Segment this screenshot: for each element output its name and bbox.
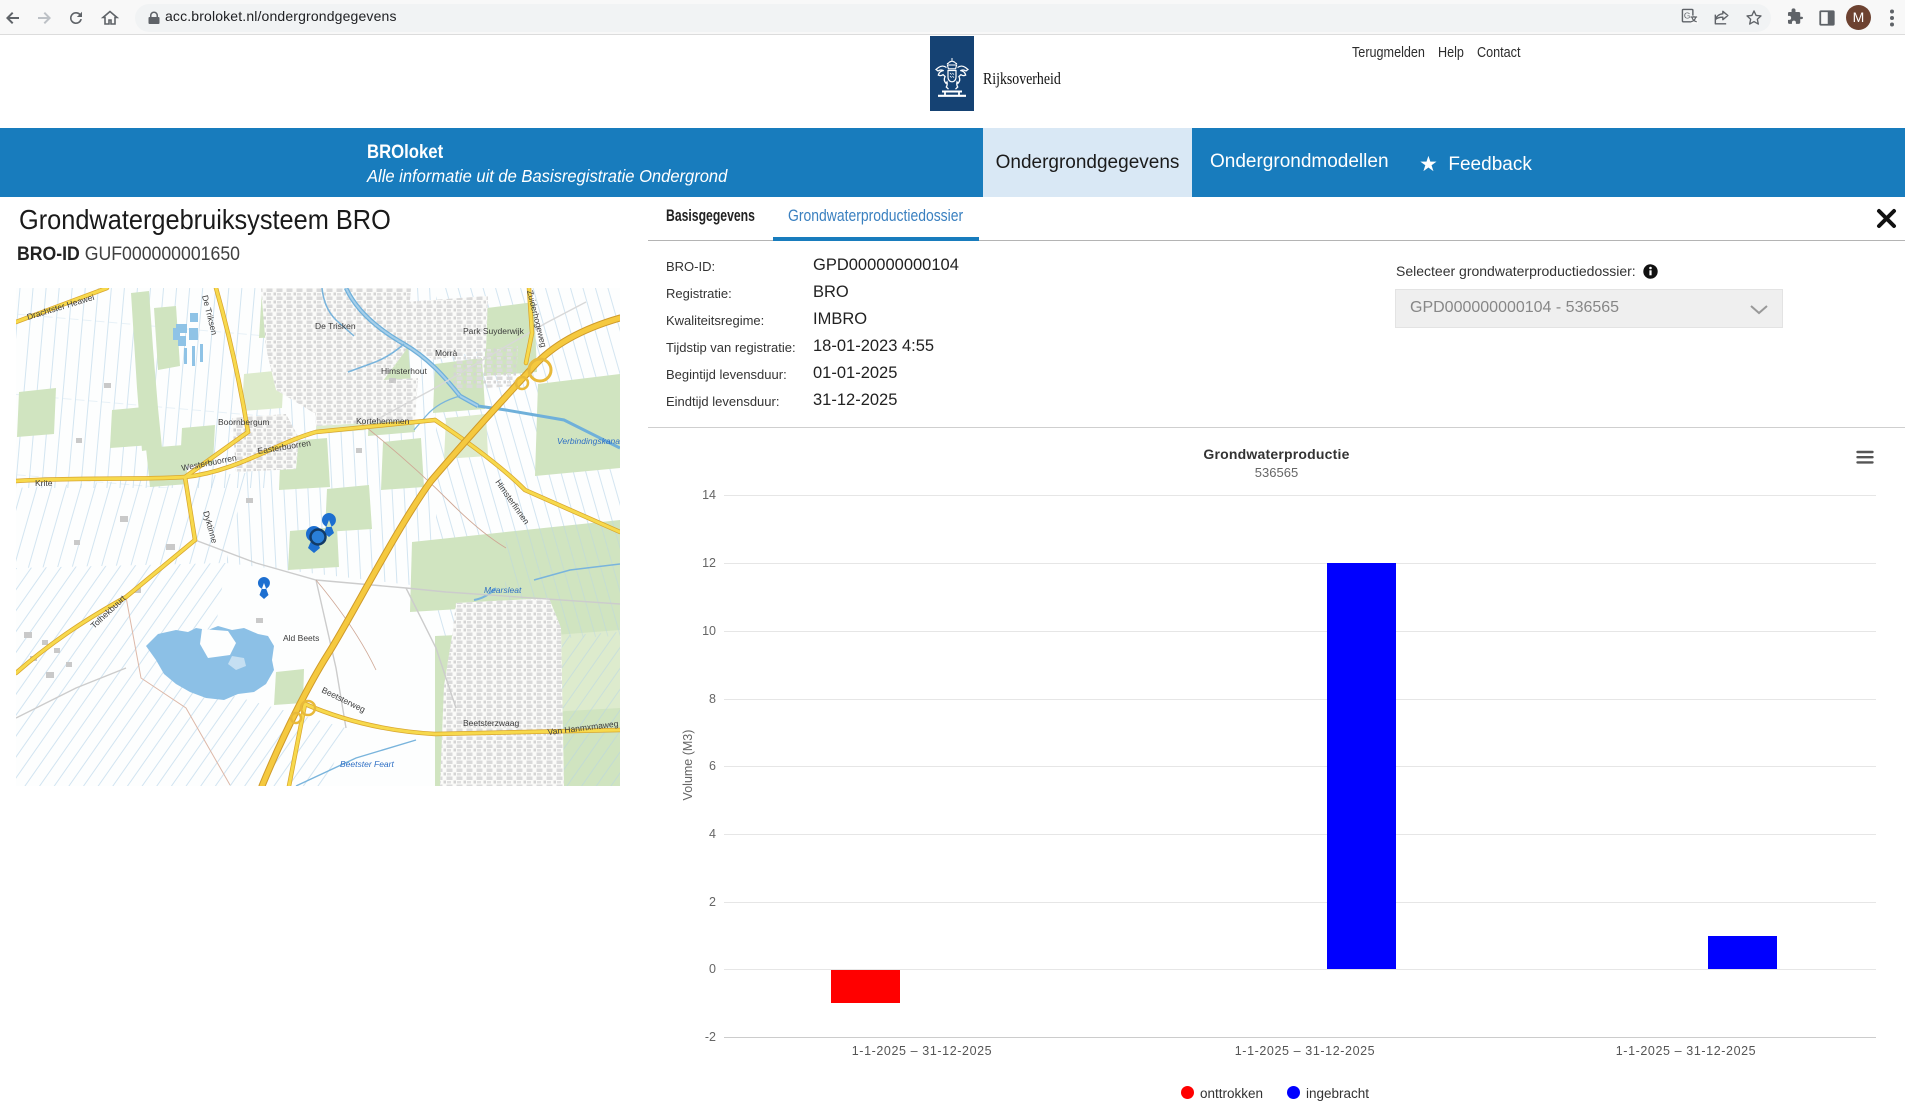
svg-text:Mearsleat: Mearsleat: [484, 585, 522, 595]
svg-text:Krite: Krite: [35, 478, 53, 488]
svg-text:G: G: [1683, 10, 1690, 20]
svg-text:Park Suyderwijk: Park Suyderwijk: [463, 326, 525, 336]
svg-text:Beetster Feart: Beetster Feart: [340, 759, 394, 769]
svg-text:De Trisken: De Trisken: [315, 321, 356, 331]
svg-text:Boornbergum: Boornbergum: [218, 417, 270, 427]
svg-text:Ald Beets: Ald Beets: [283, 633, 319, 643]
svg-text:Beetsterzwaag: Beetsterzwaag: [463, 718, 519, 728]
svg-text:Himsterhout: Himsterhout: [381, 366, 427, 376]
svg-text:Kortehemmen: Kortehemmen: [356, 416, 410, 426]
svg-text:Verbindingskanaal: Verbindingskanaal: [557, 436, 620, 446]
svg-text:Morrà: Morrà: [435, 348, 457, 358]
